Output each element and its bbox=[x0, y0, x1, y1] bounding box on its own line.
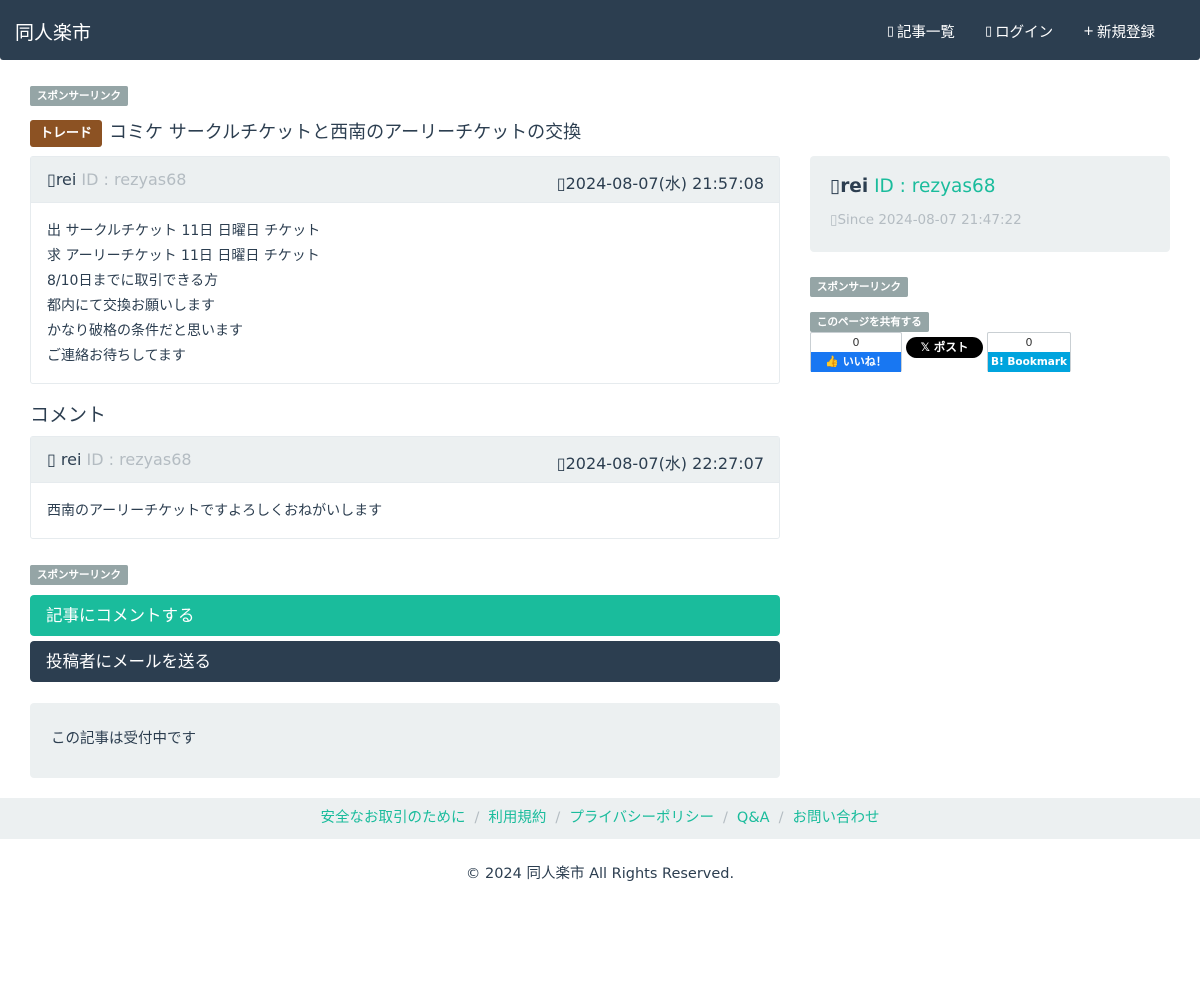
post-author-name: rei bbox=[55, 170, 77, 189]
comment-panel: ▯ rei ID : rezyas68 ▯2024-08-07(水) 22:27… bbox=[30, 436, 780, 539]
facebook-like-label: 👍 いいね！ bbox=[811, 352, 901, 372]
nav-article-list[interactable]: ▯ 記事一覧 bbox=[887, 21, 955, 42]
login-icon: ▯ bbox=[984, 24, 993, 39]
nav-register[interactable]: + 新規登録 bbox=[1083, 21, 1155, 42]
comment-date: ▯2024-08-07(水) 22:27:07 bbox=[557, 450, 764, 474]
facebook-like-count: 0 bbox=[852, 336, 860, 349]
x-post-button[interactable]: 𝕏 ポスト bbox=[906, 337, 983, 358]
user-icon: ▯ bbox=[830, 176, 841, 197]
comment-panel-heading: ▯ rei ID : rezyas68 ▯2024-08-07(水) 22:27… bbox=[31, 437, 779, 483]
clock-icon: ▯ bbox=[556, 454, 566, 473]
user-icon: ▯ bbox=[47, 170, 56, 189]
hatena-bookmark-button[interactable]: 0 B! Bookmark bbox=[987, 332, 1071, 372]
sponsor-badge-top: スポンサーリンク bbox=[30, 86, 128, 106]
nav-links: ▯ 記事一覧 ▯ ログイン + 新規登録 bbox=[857, 21, 1155, 42]
post-date: ▯2024-08-07(水) 21:57:08 bbox=[557, 170, 764, 194]
footer-link-safety[interactable]: 安全なお取引のために bbox=[321, 810, 466, 826]
post-author-id: ID : rezyas68 bbox=[81, 170, 187, 189]
author-card-name: ▯rei ID : rezyas68 bbox=[830, 176, 996, 197]
post-body-line: 求 アーリーチケット 11日 日曜日 チケット bbox=[47, 248, 320, 264]
comment-author-id: ID : rezyas68 bbox=[86, 450, 192, 469]
hatena-bookmark-count: 0 bbox=[1025, 336, 1033, 349]
footer-separator: / bbox=[778, 810, 784, 826]
hatena-bookmark-label: B! Bookmark bbox=[988, 352, 1070, 372]
footer-link-faq[interactable]: Q&A bbox=[737, 810, 770, 826]
post-date-text: 2024-08-07(水) 21:57:08 bbox=[565, 174, 764, 193]
comments-title: コメント bbox=[30, 404, 107, 426]
status-text: この記事は受付中です bbox=[51, 731, 196, 747]
copyright: © 2024 同人楽市 All Rights Reserved. bbox=[465, 866, 735, 882]
post-title: コミケ サークルチケットと西南のアーリーチケットの交換 bbox=[109, 122, 582, 143]
nav-login[interactable]: ▯ ログイン bbox=[985, 21, 1053, 42]
author-card: ▯rei ID : rezyas68 ▯Since 2024-08-07 21:… bbox=[810, 156, 1170, 252]
category-label: トレード bbox=[30, 120, 103, 147]
footer-link-contact[interactable]: お問い合わせ bbox=[792, 810, 879, 826]
post-body-line: かなり破格の条件だと思います bbox=[47, 323, 243, 339]
nav-login-label: ログイン bbox=[995, 25, 1054, 41]
post-author: ▯rei ID : rezyas68 bbox=[47, 170, 186, 189]
comment-author: ▯ rei ID : rezyas68 bbox=[47, 450, 192, 469]
mail-author-button[interactable]: 投稿者にメールを送る bbox=[30, 641, 780, 682]
nav-article-list-label: 記事一覧 bbox=[896, 25, 955, 41]
footer-separator: / bbox=[555, 810, 561, 826]
site-brand[interactable]: 同人楽市 bbox=[15, 18, 91, 45]
nav-register-label: 新規登録 bbox=[1097, 25, 1155, 41]
post-body-line: 出 サークルチケット 11日 日曜日 チケット bbox=[47, 223, 321, 239]
post-body: 出 サークルチケット 11日 日曜日 チケット 求 アーリーチケット 11日 日… bbox=[31, 203, 779, 383]
comment-button[interactable]: 記事にコメントする bbox=[30, 595, 780, 636]
list-icon: ▯ bbox=[886, 24, 894, 39]
footer-link-terms[interactable]: 利用規約 bbox=[488, 810, 546, 826]
sponsor-badge-side: スポンサーリンク bbox=[810, 277, 908, 297]
comment-date-text: 2024-08-07(水) 22:27:07 bbox=[565, 454, 764, 473]
comment-author-name: rei bbox=[60, 450, 82, 469]
author-card-since-text: Since 2024-08-07 21:47:22 bbox=[837, 212, 1022, 228]
clock-icon: ▯ bbox=[556, 174, 566, 193]
post-body-line: 8/10日までに取引できる方 bbox=[47, 273, 219, 289]
share-page-badge: このページを共有する bbox=[810, 312, 929, 332]
post-body-line: ご連絡お待ちしてます bbox=[47, 348, 186, 364]
status-well: この記事は受付中です bbox=[30, 703, 780, 778]
author-card-id[interactable]: ID : rezyas68 bbox=[874, 176, 995, 197]
comment-body: 西南のアーリーチケットですよろしくおねがいします bbox=[47, 503, 383, 519]
sponsor-badge-bottom: スポンサーリンク bbox=[30, 565, 128, 585]
user-icon: ▯ bbox=[47, 450, 56, 469]
author-card-username: rei bbox=[840, 176, 869, 197]
post-body-line: 都内にて交換お願いします bbox=[47, 298, 215, 314]
footer-link-privacy[interactable]: プライバシーポリシー bbox=[569, 810, 714, 826]
post-panel: ▯rei ID : rezyas68 ▯2024-08-07(水) 21:57:… bbox=[30, 156, 780, 384]
footer-separator: / bbox=[474, 810, 480, 826]
author-card-since: ▯Since 2024-08-07 21:47:22 bbox=[830, 212, 1022, 228]
facebook-like-button[interactable]: 0 👍 いいね！ bbox=[810, 332, 902, 372]
footer-separator: / bbox=[723, 810, 728, 826]
plus-icon: + bbox=[1083, 24, 1094, 39]
post-panel-heading: ▯rei ID : rezyas68 ▯2024-08-07(水) 21:57:… bbox=[31, 157, 779, 203]
footer-nav: 安全なお取引のために / 利用規約 / プライバシーポリシー / Q&A / お問い合わせ bbox=[0, 798, 1200, 839]
navbar: 同人楽市 ▯ 記事一覧 ▯ ログイン + 新規登録 bbox=[0, 0, 1200, 60]
